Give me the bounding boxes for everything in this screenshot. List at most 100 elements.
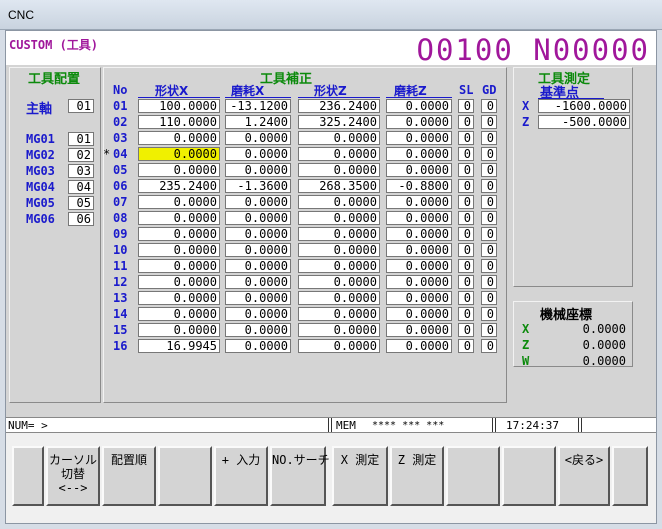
magazine-field[interactable]: 02 bbox=[68, 148, 94, 162]
gd-cell[interactable]: 0 bbox=[481, 131, 497, 145]
gd-cell[interactable]: 0 bbox=[481, 99, 497, 113]
wear-x-cell[interactable]: -13.1200 bbox=[225, 99, 291, 113]
magazine-field[interactable]: 03 bbox=[68, 164, 94, 178]
softkey-button[interactable] bbox=[12, 446, 44, 506]
geom-x-cell[interactable]: 0.0000 bbox=[138, 275, 220, 289]
reference-value-field[interactable]: -500.0000 bbox=[538, 115, 630, 129]
gd-cell[interactable]: 0 bbox=[481, 323, 497, 337]
wear-z-cell[interactable]: 0.0000 bbox=[386, 339, 452, 353]
sl-cell[interactable]: 0 bbox=[458, 291, 474, 305]
gd-cell[interactable]: 0 bbox=[481, 243, 497, 257]
wear-x-cell[interactable]: 0.0000 bbox=[225, 195, 291, 209]
geom-x-cell[interactable]: 0.0000 bbox=[138, 323, 220, 337]
sl-cell[interactable]: 0 bbox=[458, 131, 474, 145]
softkey-button[interactable]: + 入力 bbox=[214, 446, 268, 506]
wear-x-cell[interactable]: 0.0000 bbox=[225, 307, 291, 321]
softkey-button[interactable]: カーソル 切替 <--> bbox=[46, 446, 100, 506]
wear-z-cell[interactable]: 0.0000 bbox=[386, 307, 452, 321]
sl-cell[interactable]: 0 bbox=[458, 227, 474, 241]
sl-cell[interactable]: 0 bbox=[458, 275, 474, 289]
gd-cell[interactable]: 0 bbox=[481, 163, 497, 177]
magazine-field[interactable]: 06 bbox=[68, 212, 94, 226]
softkey-button[interactable]: X 測定 bbox=[332, 446, 388, 506]
wear-x-cell[interactable]: 0.0000 bbox=[225, 243, 291, 257]
sl-cell[interactable]: 0 bbox=[458, 147, 474, 161]
geom-z-cell[interactable]: 0.0000 bbox=[298, 275, 380, 289]
sl-cell[interactable]: 0 bbox=[458, 99, 474, 113]
geom-z-cell[interactable]: 0.0000 bbox=[298, 291, 380, 305]
geom-z-cell[interactable]: 0.0000 bbox=[298, 243, 380, 257]
geom-x-cell[interactable]: 235.2400 bbox=[138, 179, 220, 193]
wear-z-cell[interactable]: 0.0000 bbox=[386, 323, 452, 337]
softkey-button[interactable]: 配置順 bbox=[102, 446, 156, 506]
sl-cell[interactable]: 0 bbox=[458, 259, 474, 273]
wear-z-cell[interactable]: 0.0000 bbox=[386, 275, 452, 289]
softkey-button[interactable] bbox=[502, 446, 556, 506]
geom-x-cell[interactable]: 16.9945 bbox=[138, 339, 220, 353]
sl-cell[interactable]: 0 bbox=[458, 243, 474, 257]
wear-x-cell[interactable]: -1.3600 bbox=[225, 179, 291, 193]
magazine-field[interactable]: 04 bbox=[68, 180, 94, 194]
sl-cell[interactable]: 0 bbox=[458, 323, 474, 337]
geom-x-cell[interactable]: 0.0000 bbox=[138, 259, 220, 273]
wear-z-cell[interactable]: 0.0000 bbox=[386, 227, 452, 241]
geom-x-cell[interactable]: 0.0000 bbox=[138, 131, 220, 145]
geom-z-cell[interactable]: 268.3500 bbox=[298, 179, 380, 193]
gd-cell[interactable]: 0 bbox=[481, 147, 497, 161]
magazine-field[interactable]: 01 bbox=[68, 132, 94, 146]
geom-x-cell[interactable]: 110.0000 bbox=[138, 115, 220, 129]
geom-z-cell[interactable]: 0.0000 bbox=[298, 147, 380, 161]
geom-z-cell[interactable]: 0.0000 bbox=[298, 339, 380, 353]
geom-z-cell[interactable]: 0.0000 bbox=[298, 227, 380, 241]
sl-cell[interactable]: 0 bbox=[458, 339, 474, 353]
softkey-button[interactable] bbox=[158, 446, 212, 506]
wear-z-cell[interactable]: 0.0000 bbox=[386, 291, 452, 305]
geom-z-cell[interactable]: 0.0000 bbox=[298, 131, 380, 145]
gd-cell[interactable]: 0 bbox=[481, 291, 497, 305]
gd-cell[interactable]: 0 bbox=[481, 179, 497, 193]
magazine-field[interactable]: 05 bbox=[68, 196, 94, 210]
wear-x-cell[interactable]: 0.0000 bbox=[225, 291, 291, 305]
geom-z-cell[interactable]: 0.0000 bbox=[298, 323, 380, 337]
wear-x-cell[interactable]: 0.0000 bbox=[225, 275, 291, 289]
spindle-field[interactable]: 01 bbox=[68, 99, 94, 113]
wear-x-cell[interactable]: 0.0000 bbox=[225, 323, 291, 337]
geom-x-cell[interactable]: 0.0000 bbox=[138, 147, 220, 161]
wear-x-cell[interactable]: 1.2400 bbox=[225, 115, 291, 129]
geom-z-cell[interactable]: 236.2400 bbox=[298, 99, 380, 113]
wear-x-cell[interactable]: 0.0000 bbox=[225, 131, 291, 145]
geom-z-cell[interactable]: 325.2400 bbox=[298, 115, 380, 129]
wear-z-cell[interactable]: 0.0000 bbox=[386, 147, 452, 161]
geom-z-cell[interactable]: 0.0000 bbox=[298, 163, 380, 177]
softkey-button[interactable] bbox=[612, 446, 648, 506]
wear-z-cell[interactable]: 0.0000 bbox=[386, 195, 452, 209]
geom-x-cell[interactable]: 0.0000 bbox=[138, 211, 220, 225]
wear-z-cell[interactable]: 0.0000 bbox=[386, 131, 452, 145]
geom-z-cell[interactable]: 0.0000 bbox=[298, 307, 380, 321]
wear-x-cell[interactable]: 0.0000 bbox=[225, 147, 291, 161]
wear-z-cell[interactable]: 0.0000 bbox=[386, 99, 452, 113]
wear-z-cell[interactable]: 0.0000 bbox=[386, 259, 452, 273]
softkey-button[interactable]: <戻る> bbox=[558, 446, 610, 506]
wear-z-cell[interactable]: 0.0000 bbox=[386, 163, 452, 177]
wear-x-cell[interactable]: 0.0000 bbox=[225, 339, 291, 353]
wear-z-cell[interactable]: -0.8800 bbox=[386, 179, 452, 193]
input-line[interactable]: NUM= > bbox=[8, 419, 48, 432]
geom-x-cell[interactable]: 0.0000 bbox=[138, 163, 220, 177]
wear-z-cell[interactable]: 0.0000 bbox=[386, 243, 452, 257]
gd-cell[interactable]: 0 bbox=[481, 259, 497, 273]
sl-cell[interactable]: 0 bbox=[458, 307, 474, 321]
gd-cell[interactable]: 0 bbox=[481, 211, 497, 225]
wear-x-cell[interactable]: 0.0000 bbox=[225, 259, 291, 273]
sl-cell[interactable]: 0 bbox=[458, 163, 474, 177]
geom-x-cell[interactable]: 100.0000 bbox=[138, 99, 220, 113]
geom-z-cell[interactable]: 0.0000 bbox=[298, 211, 380, 225]
geom-x-cell[interactable]: 0.0000 bbox=[138, 243, 220, 257]
softkey-button[interactable] bbox=[446, 446, 500, 506]
wear-x-cell[interactable]: 0.0000 bbox=[225, 227, 291, 241]
wear-x-cell[interactable]: 0.0000 bbox=[225, 163, 291, 177]
gd-cell[interactable]: 0 bbox=[481, 307, 497, 321]
sl-cell[interactable]: 0 bbox=[458, 211, 474, 225]
softkey-button[interactable]: Z 測定 bbox=[390, 446, 444, 506]
sl-cell[interactable]: 0 bbox=[458, 179, 474, 193]
